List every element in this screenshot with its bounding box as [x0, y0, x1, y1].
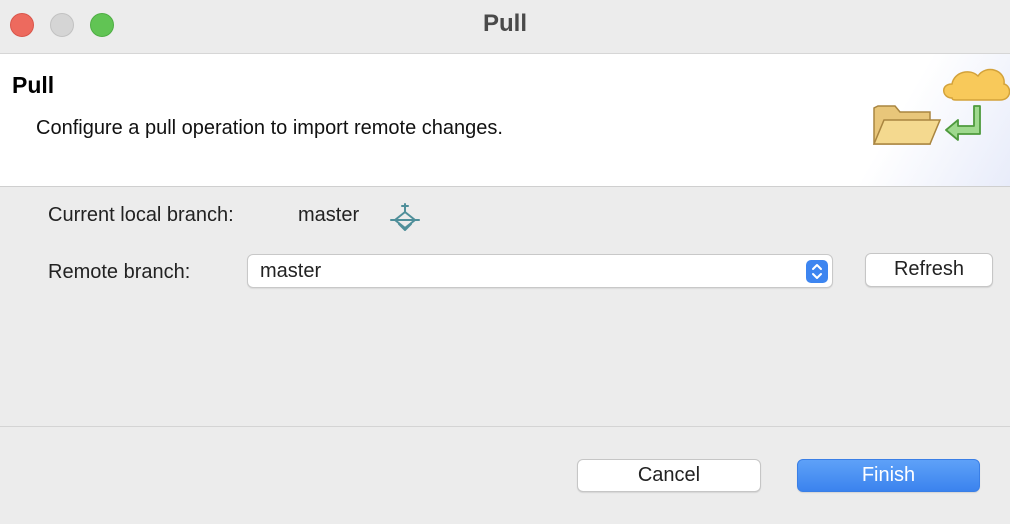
cancel-button[interactable]: Cancel	[577, 459, 761, 492]
page-description: Configure a pull operation to import rem…	[36, 117, 503, 139]
folder-icon	[872, 105, 942, 145]
current-branch-value: master	[298, 204, 360, 226]
cloud-icon	[943, 68, 1010, 101]
refresh-button[interactable]: Refresh	[865, 253, 993, 287]
pull-dialog: Pull Pull Configure a pull operation to …	[0, 0, 1010, 524]
wizard-header: Pull Configure a pull operation to impor…	[0, 54, 1010, 187]
title-bar: Pull	[0, 0, 1010, 54]
current-branch-label: Current local branch:	[48, 204, 234, 226]
window-title: Pull	[482, 10, 527, 37]
chevron-updown-icon[interactable]	[806, 260, 828, 283]
remote-branch-label: Remote branch:	[48, 261, 191, 283]
finish-button[interactable]: Finish	[797, 459, 980, 492]
pull-wizard-icon	[872, 68, 1010, 145]
branch-icon	[390, 203, 420, 231]
remote-branch-value: master	[260, 260, 322, 282]
return-arrow-icon	[945, 105, 981, 141]
footer-divider	[0, 426, 1010, 427]
remote-branch-select[interactable]: master	[247, 254, 833, 288]
page-title: Pull	[12, 72, 55, 98]
